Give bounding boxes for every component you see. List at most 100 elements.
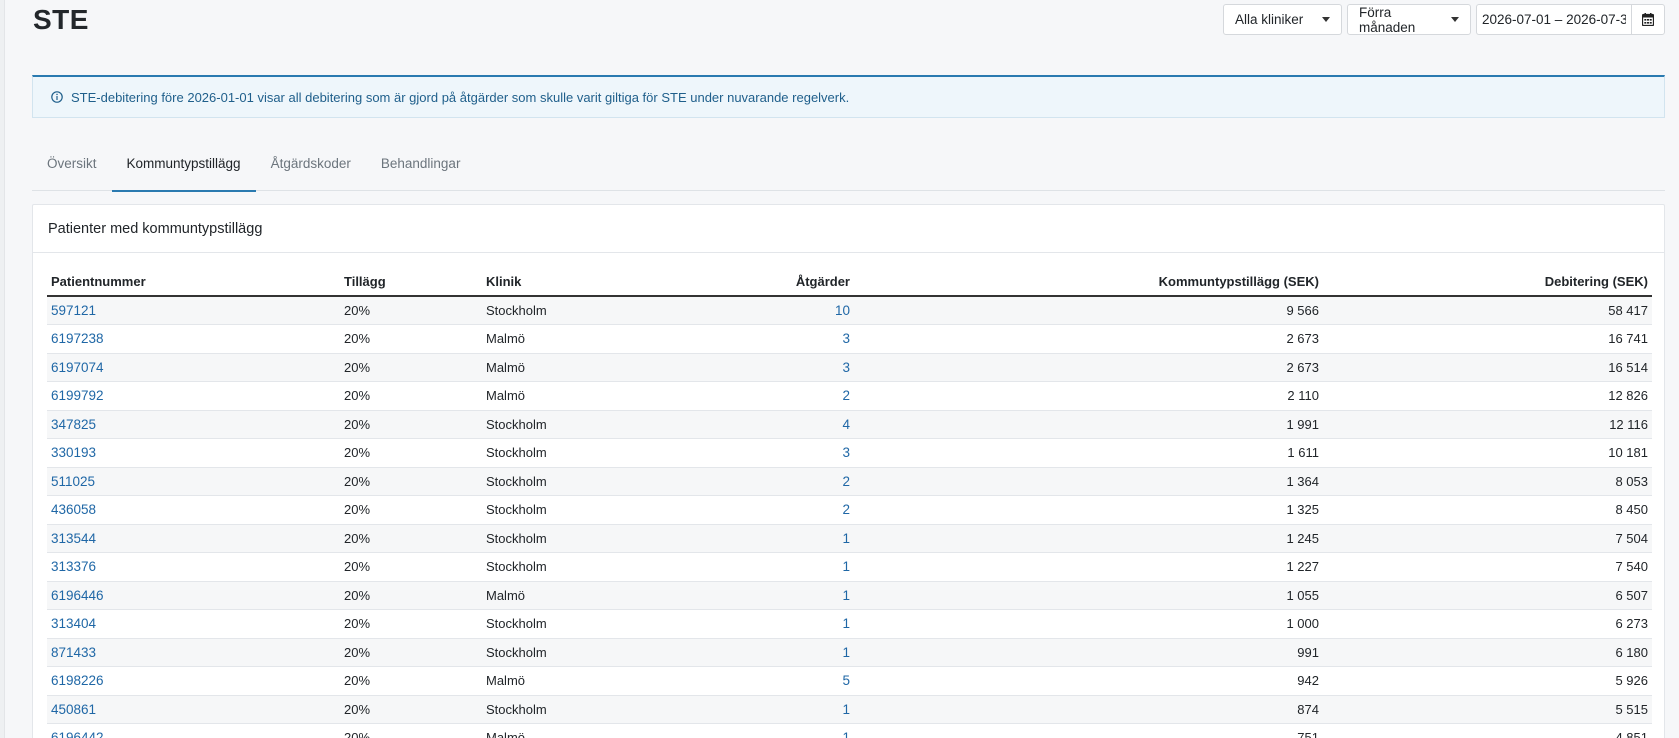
column-header-atgarder[interactable]: Åtgärder bbox=[669, 267, 854, 297]
klinik-cell: Stockholm bbox=[482, 495, 669, 525]
klinik-cell: Stockholm bbox=[482, 524, 669, 553]
patient-number-link[interactable]: 871433 bbox=[51, 645, 96, 660]
calendar-icon bbox=[1642, 13, 1654, 26]
atgarder-link[interactable]: 1 bbox=[842, 559, 850, 574]
debitering-cell: 6 180 bbox=[1323, 638, 1652, 667]
atgarder-link[interactable]: 2 bbox=[842, 502, 850, 517]
table-row: 511025 20% Stockholm 2 1 364 8 053 bbox=[47, 467, 1652, 496]
atgarder-link[interactable]: 1 bbox=[842, 588, 850, 603]
column-header-debitering[interactable]: Debitering (SEK) bbox=[1323, 267, 1652, 297]
table-row: 6196446 20% Malmö 1 1 055 6 507 bbox=[47, 581, 1652, 610]
tillagg-cell: 20% bbox=[340, 353, 482, 382]
atgarder-link[interactable]: 1 bbox=[842, 730, 850, 738]
tillagg-cell: 20% bbox=[340, 609, 482, 639]
table-row: 871433 20% Stockholm 1 991 6 180 bbox=[47, 638, 1652, 667]
atgarder-link[interactable]: 1 bbox=[842, 645, 850, 660]
column-header-kommuntypstillagg[interactable]: Kommuntypstillägg (SEK) bbox=[854, 267, 1323, 297]
patient-number-link[interactable]: 436058 bbox=[51, 502, 96, 517]
klinik-cell: Malmö bbox=[482, 723, 669, 738]
patient-number-link[interactable]: 6198226 bbox=[51, 673, 104, 688]
tillagg-cell: 20% bbox=[340, 666, 482, 696]
atgarder-cell: 2 bbox=[669, 467, 854, 496]
clinic-dropdown[interactable]: Alla kliniker bbox=[1223, 4, 1342, 35]
table-row: 6199792 20% Malmö 2 2 110 12 826 bbox=[47, 381, 1652, 411]
info-circle-icon bbox=[51, 91, 63, 103]
debitering-cell: 7 504 bbox=[1323, 524, 1652, 553]
caret-down-icon bbox=[1451, 17, 1459, 22]
patient-number-link[interactable]: 313376 bbox=[51, 559, 96, 574]
page: STE Alla kliniker Förra månaden 2026-07-… bbox=[0, 0, 1679, 738]
patient-number-link[interactable]: 313544 bbox=[51, 531, 96, 546]
patient-number-cell: 6196442 bbox=[47, 723, 340, 738]
clinic-dropdown-label: Alla kliniker bbox=[1235, 12, 1304, 27]
tab-atgardskoder[interactable]: Åtgärdskoder bbox=[256, 146, 366, 191]
patients-card: Patienter med kommuntypstillägg Patientn… bbox=[32, 204, 1665, 738]
atgarder-link[interactable]: 5 bbox=[842, 673, 850, 688]
debitering-cell: 10 181 bbox=[1323, 438, 1652, 468]
tab-kommuntypstillagg[interactable]: Kommuntypstillägg bbox=[111, 146, 256, 192]
column-header-klinik[interactable]: Klinik bbox=[482, 267, 669, 297]
tillagg-cell: 20% bbox=[340, 324, 482, 354]
atgarder-link[interactable]: 1 bbox=[842, 616, 850, 631]
tillagg-cell: 20% bbox=[340, 581, 482, 610]
tab-behandlingar[interactable]: Behandlingar bbox=[366, 146, 476, 191]
table-row: 6196442 20% Malmö 1 751 4 851 bbox=[47, 723, 1652, 738]
atgarder-cell: 1 bbox=[669, 581, 854, 610]
atgarder-link[interactable]: 4 bbox=[842, 417, 850, 432]
klinik-cell: Stockholm bbox=[482, 410, 669, 439]
patient-number-cell: 6197074 bbox=[47, 353, 340, 382]
atgarder-link[interactable]: 2 bbox=[842, 474, 850, 489]
debitering-cell: 8 450 bbox=[1323, 495, 1652, 525]
debitering-cell: 5 926 bbox=[1323, 666, 1652, 696]
tillagg-cell: 20% bbox=[340, 381, 482, 411]
tillagg-cell: 20% bbox=[340, 638, 482, 667]
atgarder-cell: 10 bbox=[669, 296, 854, 325]
atgarder-link[interactable]: 3 bbox=[842, 360, 850, 375]
table-row: 6197074 20% Malmö 3 2 673 16 514 bbox=[47, 353, 1652, 382]
patient-number-link[interactable]: 6196442 bbox=[51, 730, 104, 738]
patient-number-link[interactable]: 313404 bbox=[51, 616, 96, 631]
kommuntypstillagg-cell: 1 227 bbox=[854, 552, 1323, 582]
patient-number-link[interactable]: 450861 bbox=[51, 702, 96, 717]
tillagg-cell: 20% bbox=[340, 524, 482, 553]
patient-number-link[interactable]: 6197074 bbox=[51, 360, 104, 375]
debitering-cell: 12 116 bbox=[1323, 410, 1652, 439]
atgarder-link[interactable]: 10 bbox=[835, 303, 850, 318]
kommuntypstillagg-cell: 1 611 bbox=[854, 438, 1323, 468]
klinik-cell: Malmö bbox=[482, 324, 669, 354]
atgarder-link[interactable]: 2 bbox=[842, 388, 850, 403]
filter-bar: Alla kliniker Förra månaden bbox=[1223, 4, 1665, 35]
debitering-cell: 16 514 bbox=[1323, 353, 1652, 382]
table-header-row: Patientnummer Tillägg Klinik Åtgärder Ko… bbox=[47, 267, 1652, 297]
tab-oversikt[interactable]: Översikt bbox=[32, 146, 112, 191]
klinik-cell: Malmö bbox=[482, 381, 669, 411]
patient-number-link[interactable]: 330193 bbox=[51, 445, 96, 460]
column-header-tillagg[interactable]: Tillägg bbox=[340, 267, 482, 297]
patient-number-link[interactable]: 6197238 bbox=[51, 331, 104, 346]
column-header-patientnummer[interactable]: Patientnummer bbox=[47, 267, 340, 297]
caret-down-icon bbox=[1322, 17, 1330, 22]
patient-number-cell: 450861 bbox=[47, 695, 340, 724]
date-range-picker bbox=[1476, 4, 1665, 35]
patient-number-cell: 330193 bbox=[47, 438, 340, 468]
patient-number-link[interactable]: 511025 bbox=[51, 474, 95, 489]
atgarder-link[interactable]: 3 bbox=[842, 331, 850, 346]
patient-number-link[interactable]: 6199792 bbox=[51, 388, 104, 403]
debitering-cell: 4 851 bbox=[1323, 723, 1652, 738]
atgarder-link[interactable]: 3 bbox=[842, 445, 850, 460]
atgarder-link[interactable]: 1 bbox=[842, 702, 850, 717]
patient-number-link[interactable]: 6196446 bbox=[51, 588, 104, 603]
patient-number-link[interactable]: 347825 bbox=[51, 417, 96, 432]
table-row: 436058 20% Stockholm 2 1 325 8 450 bbox=[47, 495, 1652, 525]
debitering-cell: 6 507 bbox=[1323, 581, 1652, 610]
atgarder-cell: 5 bbox=[669, 666, 854, 696]
calendar-button[interactable] bbox=[1631, 4, 1665, 35]
table-row: 330193 20% Stockholm 3 1 611 10 181 bbox=[47, 438, 1652, 468]
atgarder-link[interactable]: 1 bbox=[842, 531, 850, 546]
period-dropdown[interactable]: Förra månaden bbox=[1347, 4, 1471, 35]
patient-number-link[interactable]: 597121 bbox=[51, 303, 96, 318]
kommuntypstillagg-cell: 1 055 bbox=[854, 581, 1323, 610]
klinik-cell: Malmö bbox=[482, 666, 669, 696]
date-range-input[interactable] bbox=[1476, 4, 1631, 35]
left-sidebar-edge bbox=[0, 0, 5, 738]
